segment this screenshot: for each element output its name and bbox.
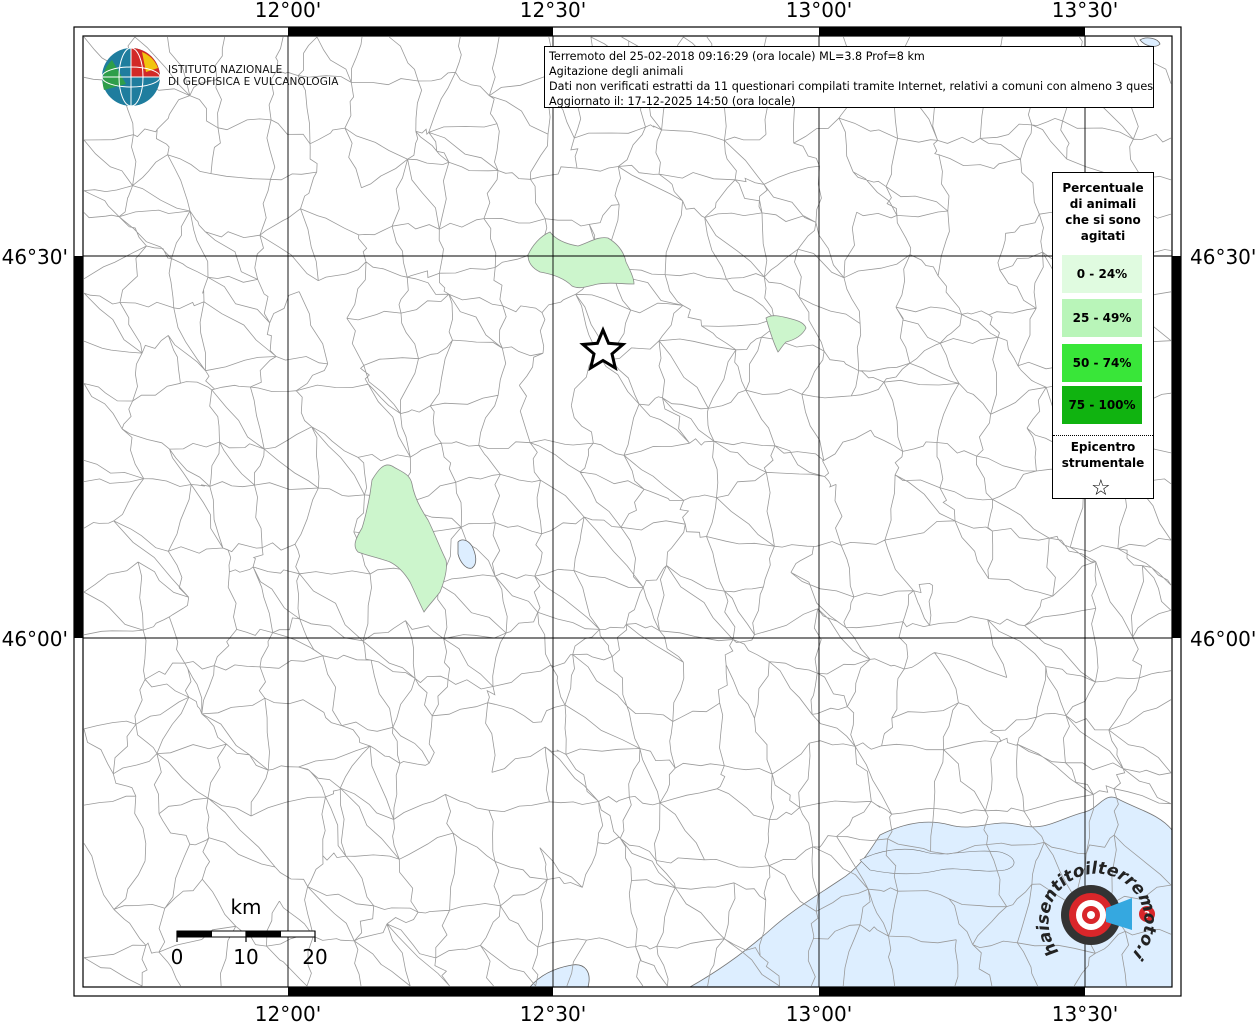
data-note: Dati non verificati estratti da 11 quest…	[549, 80, 1154, 93]
tick-label-right: 46°30'	[1190, 245, 1255, 269]
tick-label-top: 12°00'	[255, 0, 321, 22]
legend-title: Percentuale di animali che si sono agita…	[1053, 180, 1153, 244]
tick-label-right: 46°00'	[1190, 627, 1255, 651]
tick-label-left: 46°30'	[2, 245, 68, 269]
event-title: Terremoto del 25-02-2018 09:16:29 (ora l…	[549, 50, 925, 63]
tick-label-bottom: 12°00'	[255, 1002, 321, 1024]
tick-label-top: 13°30'	[1052, 0, 1118, 22]
legend: Percentuale di animali che si sono agita…	[1052, 172, 1154, 501]
legend-item-25-49: 25 - 49%	[1062, 299, 1142, 337]
ingv-logo-text: ISTITUTO NAZIONALE DI GEOFISICA E VULCAN…	[168, 64, 339, 88]
scale-tick-label: 0	[171, 945, 184, 969]
legend-separator	[1053, 435, 1153, 436]
tick-labels-left: 46°30' 46°00'	[2, 245, 68, 651]
legend-epicenter-line: strumentale	[1061, 456, 1145, 470]
tick-labels-top: 12°00' 12°30' 13°00' 13°30'	[255, 0, 1118, 22]
scale-unit: km	[230, 895, 261, 919]
legend-epicenter-line: Epicentro	[1070, 440, 1136, 454]
logo-line-1: ISTITUTO NAZIONALE	[168, 64, 283, 76]
legend-star-icon: ☆	[1091, 476, 1111, 501]
tick-label-bottom: 13°00'	[786, 1002, 852, 1024]
legend-item-75-100: 75 - 100%	[1062, 386, 1142, 424]
legend-title-line: agitati	[1080, 229, 1126, 243]
tick-labels-bottom: 12°00' 12°30' 13°00' 13°30'	[255, 1002, 1118, 1024]
scale-tick-label: 10	[233, 945, 258, 969]
map-subject: Agitazione degli animali	[549, 65, 684, 78]
logo-line-2: DI GEOFISICA E VULCANOLOGIA	[168, 76, 339, 88]
event-info-box: Terremoto del 25-02-2018 09:16:29 (ora l…	[544, 46, 1154, 108]
ingv-globe-icon	[101, 47, 161, 107]
tick-label-left: 46°00'	[2, 627, 68, 651]
intensity-map: 12°00' 12°30' 13°00' 13°30' 12°00' 12°30…	[0, 0, 1255, 1024]
legend-title-line: di animali	[1069, 197, 1137, 211]
legend-title-line: Percentuale	[1062, 181, 1144, 195]
tick-label-bottom: 13°30'	[1052, 1002, 1118, 1024]
scale-tick-label: 20	[302, 945, 327, 969]
updated-timestamp: Aggiornato il: 17-12-2025 14:50 (ora loc…	[549, 95, 796, 108]
tick-label-top: 13°00'	[786, 0, 852, 22]
legend-title-line: che si sono	[1065, 213, 1141, 227]
tick-label-bottom: 12°30'	[520, 1002, 586, 1024]
tick-labels-right: 46°30' 46°00'	[1190, 245, 1255, 651]
legend-item-0-24: 0 - 24%	[1062, 255, 1142, 293]
legend-item-50-74: 50 - 74%	[1062, 344, 1142, 382]
tick-label-top: 12°30'	[520, 0, 586, 22]
legend-epicenter-label: Epicentro strumentale	[1053, 439, 1153, 471]
